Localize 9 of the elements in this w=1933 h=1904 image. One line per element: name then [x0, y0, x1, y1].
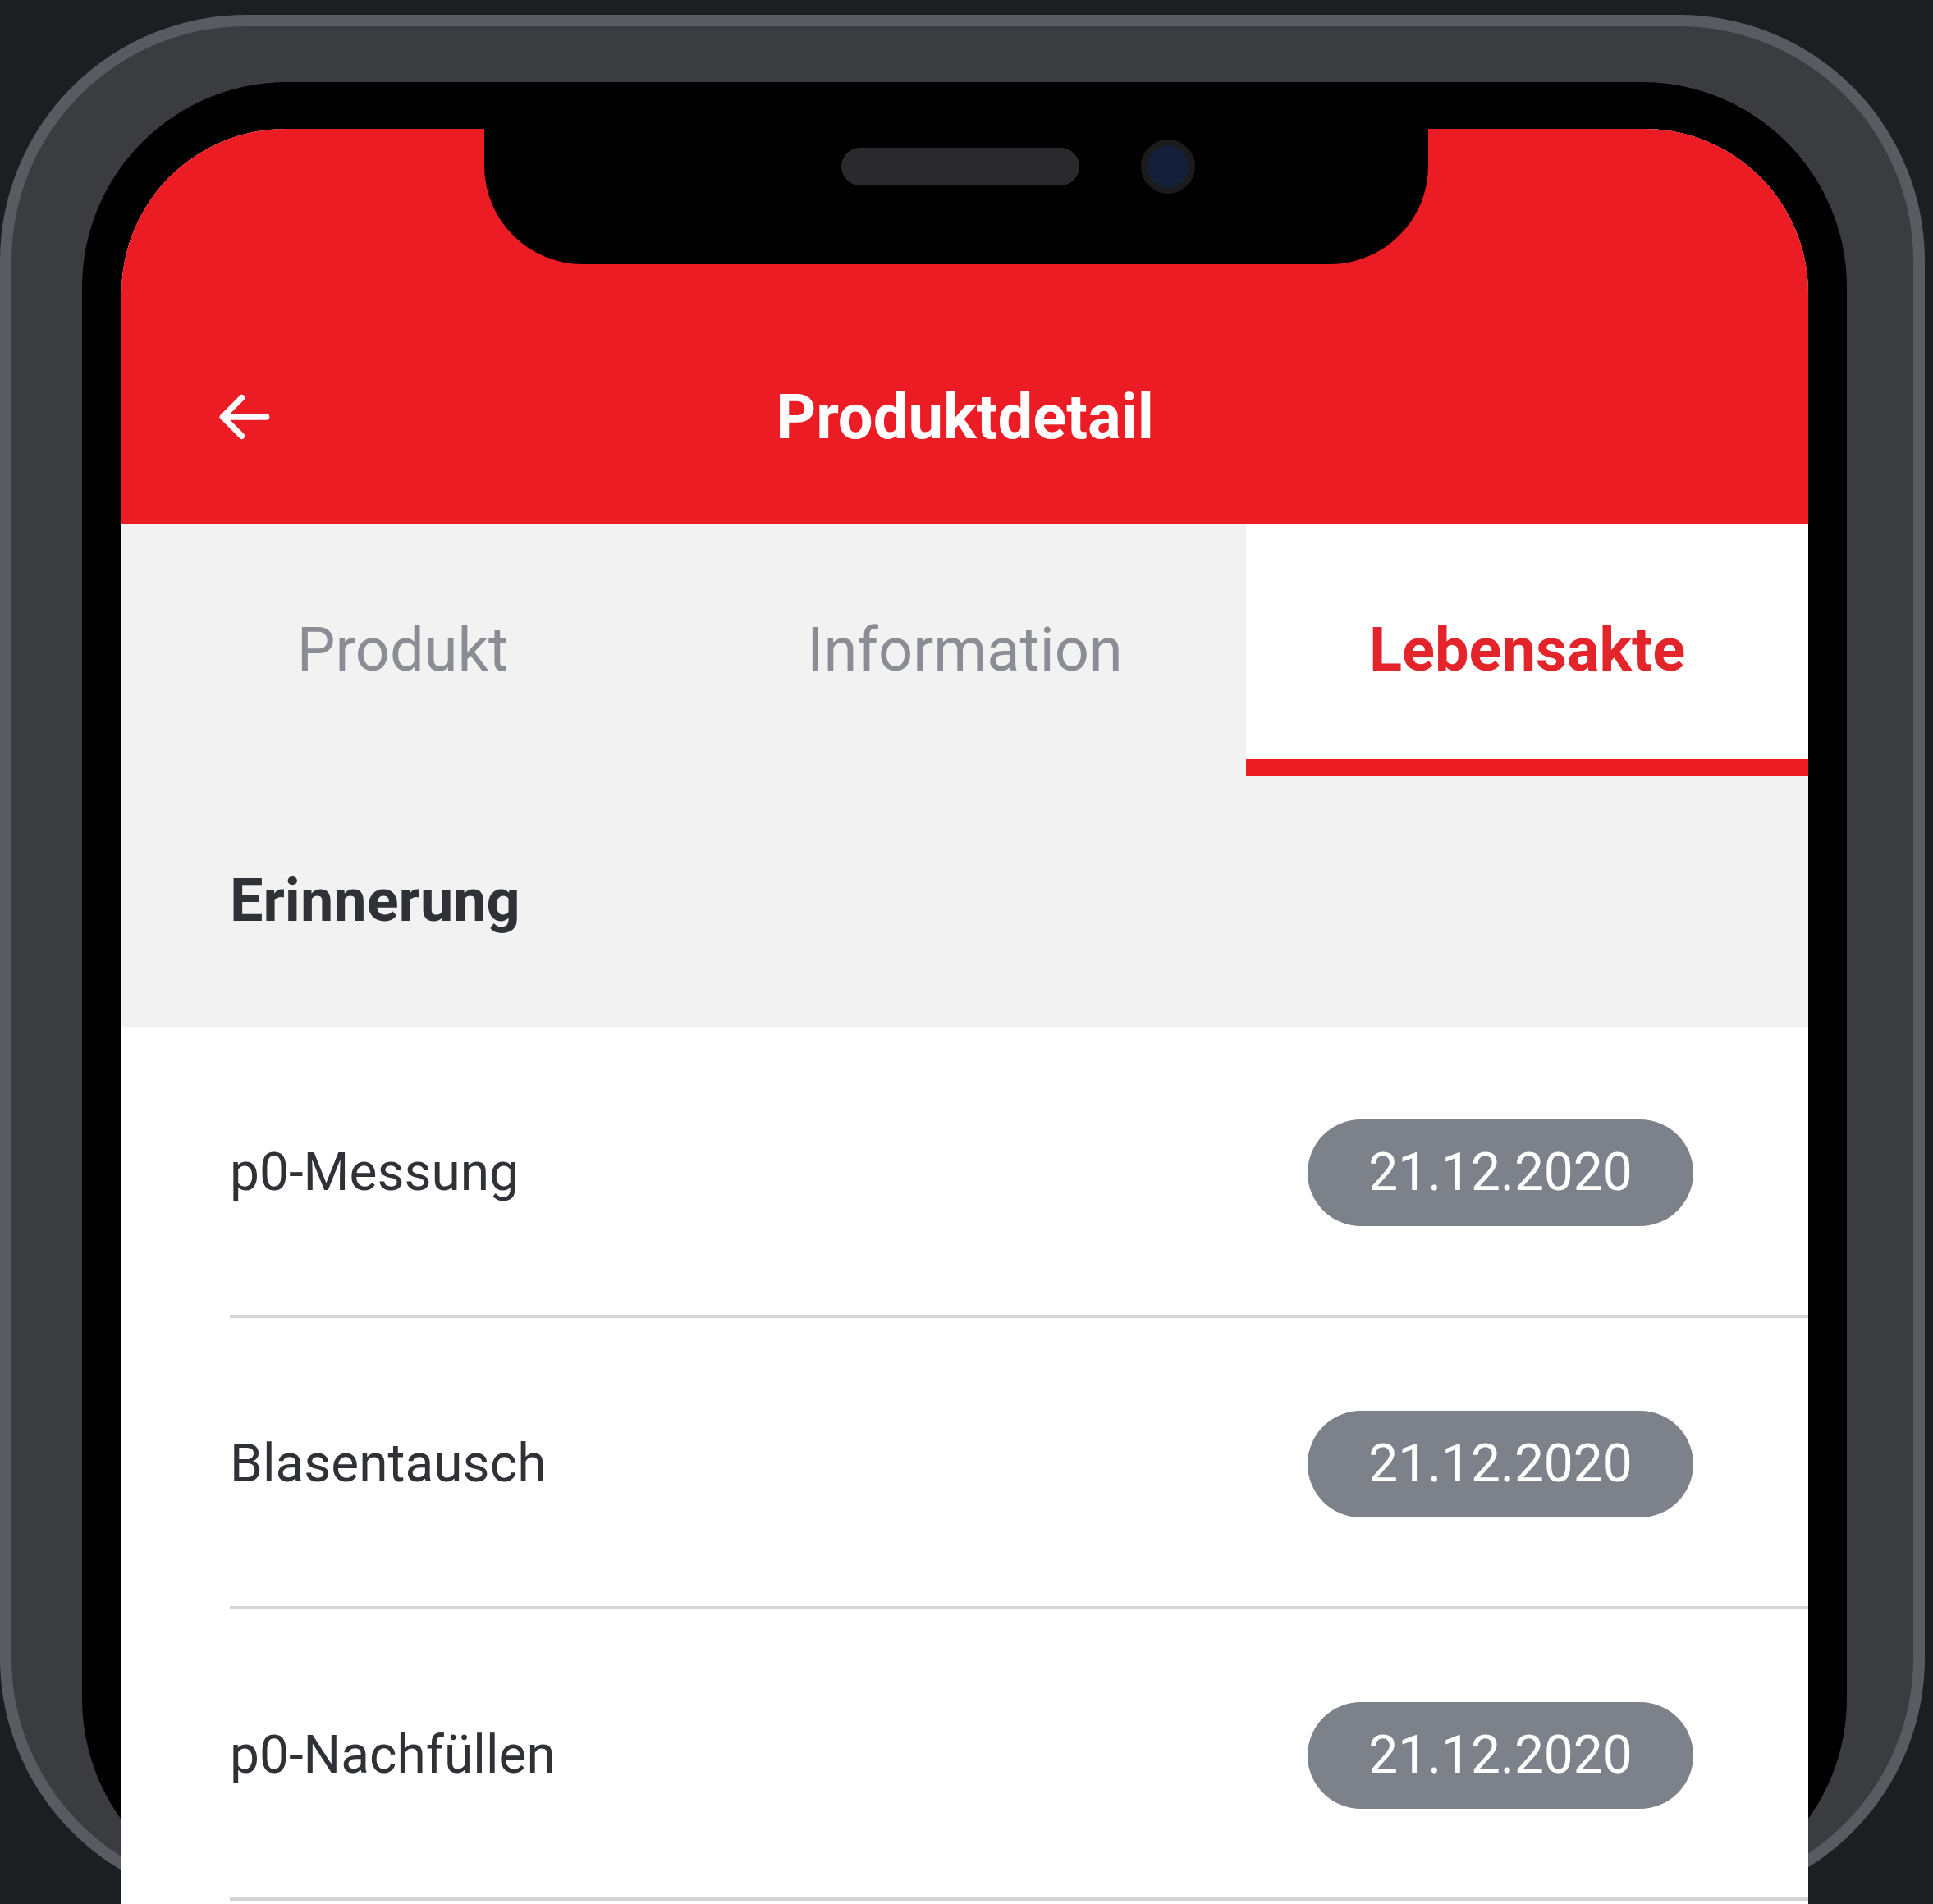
- section-title: Erinnerung: [230, 865, 520, 937]
- date-badge: 21.12.2020: [1308, 1119, 1693, 1226]
- reminder-label: p0-Nachfüllen: [230, 1723, 556, 1787]
- date-badge: 21.12.2020: [1308, 1701, 1693, 1809]
- screen-title: Produktdetail: [776, 379, 1154, 455]
- tab[interactable]: Lebensakte: [1246, 524, 1808, 776]
- reminder-label: Blasentausch: [230, 1431, 547, 1496]
- reminder-label: p0-Messung: [230, 1140, 520, 1205]
- date-badge: 21.12.2020: [1308, 1410, 1693, 1517]
